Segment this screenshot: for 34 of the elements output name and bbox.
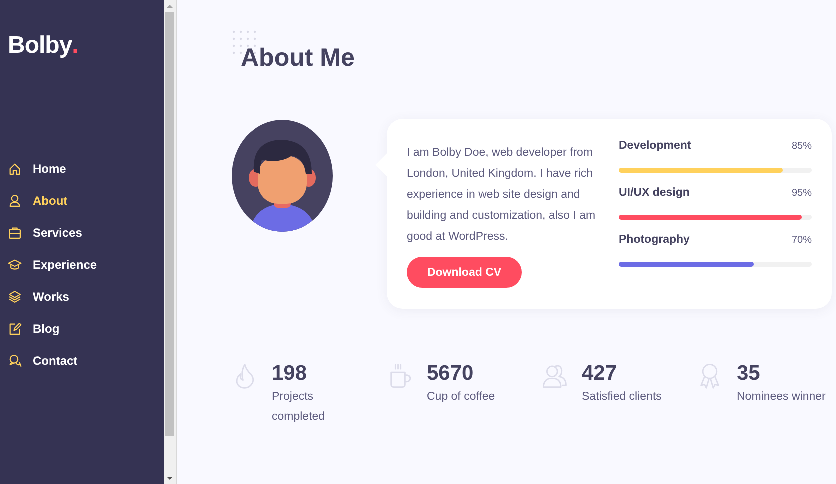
- layers-icon: [8, 290, 22, 304]
- stat-label: Satisfied clients: [582, 390, 662, 405]
- skill-percentage: 95%: [792, 188, 812, 199]
- user-icon: [8, 194, 22, 208]
- chat-icon: [8, 354, 22, 368]
- logo[interactable]: Bolby: [8, 32, 72, 60]
- scrollbar-thumb[interactable]: [165, 12, 174, 436]
- stat-number: 198: [272, 361, 308, 387]
- briefcase-icon: [8, 226, 22, 240]
- skill-name: Photography: [619, 234, 690, 246]
- stat-label: Nominees winner: [737, 390, 826, 405]
- nav-item[interactable]: Works: [8, 287, 70, 306]
- nav-item[interactable]: Home: [8, 159, 66, 178]
- nav-item[interactable]: Contact: [8, 351, 78, 370]
- nav-item[interactable]: Services: [8, 223, 82, 242]
- scrollbar[interactable]: [164, 0, 177, 484]
- skill-name: Development: [619, 140, 692, 152]
- graduation-cap-icon: [8, 258, 22, 272]
- home-icon: [8, 162, 22, 176]
- section-title: About Me: [241, 43, 355, 74]
- bio-text: I am Bolby Doe, web developer from London, United Kingdom. I have rich experience in web site design and building and customization, also I am good at WordPress.: [407, 146, 597, 245]
- nav-item[interactable]: Experience: [8, 255, 98, 274]
- stat-number: 35: [737, 361, 762, 387]
- skill-percentage: 70%: [792, 235, 812, 246]
- skill-percentage: 85%: [792, 141, 812, 152]
- edit-icon: [8, 322, 22, 336]
- stat-number: 5670: [427, 361, 475, 387]
- nav-item[interactable]: Blog: [8, 319, 60, 338]
- nav-item[interactable]: About: [8, 191, 68, 210]
- logo-dot: .: [72, 32, 79, 60]
- stat-number: 427: [582, 361, 618, 387]
- stat-label: Projects completed: [272, 390, 326, 425]
- stat-label: Cup of coffee: [427, 390, 496, 405]
- skill-name: UI/UX design: [619, 187, 690, 199]
